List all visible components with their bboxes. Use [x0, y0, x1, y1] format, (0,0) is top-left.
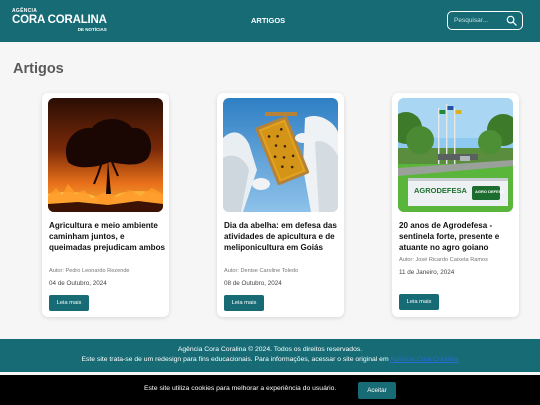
article-date: 11 de Janeiro, 2024	[399, 269, 455, 276]
footer-note: Este site trata-se de um redesign para f…	[0, 356, 540, 363]
fire-savanna-photo	[48, 98, 163, 212]
nav-artigos-link[interactable]: ARTIGOS	[251, 16, 285, 25]
search-icon[interactable]	[506, 15, 517, 26]
beekeeper-honeycomb-photo	[223, 98, 338, 212]
article-date: 04 de Outubro, 2024	[49, 280, 107, 287]
article-author: Autor: José Ricardo Caixeta Ramos	[399, 257, 488, 263]
logo-line-2: CORA CORALINA	[12, 14, 107, 26]
footer-original-site-link[interactable]: Agência Cora Coralina	[390, 356, 458, 363]
cookie-banner: Este site utiliza cookies para melhorar …	[0, 375, 540, 405]
search-box[interactable]	[447, 11, 523, 30]
search-input[interactable]	[454, 15, 508, 26]
footer-note-text: Este site trata-se de um redesign para f…	[81, 356, 389, 363]
agrodefesa-building-photo: AGRODEFESA AGRO DEFESA	[398, 98, 513, 212]
article-card: Dia da abelha: em defesa das atividades …	[217, 93, 344, 317]
sign-text: AGRODEFESA	[414, 186, 468, 195]
article-title[interactable]: Dia da abelha: em defesa das atividades …	[224, 220, 341, 254]
article-image[interactable]: AGRODEFESA AGRO DEFESA	[398, 98, 513, 212]
accept-cookies-button[interactable]: Aceitar	[358, 382, 396, 399]
article-date: 08 de Outubro, 2024	[224, 280, 282, 287]
logo-line-3: DE NOTÍCIAS	[77, 26, 107, 32]
article-image[interactable]	[223, 98, 338, 212]
article-card: Agricultura e meio ambiente caminham jun…	[42, 93, 169, 317]
read-more-button[interactable]: Leia mais	[224, 295, 264, 311]
cookie-message: Este site utiliza cookies para melhorar …	[144, 385, 337, 392]
article-image[interactable]	[48, 98, 163, 212]
article-title[interactable]: Agricultura e meio ambiente caminham jun…	[49, 220, 166, 254]
site-footer: Agência Cora Coralina © 2024. Todos os d…	[0, 339, 540, 372]
footer-copyright: Agência Cora Coralina © 2024. Todos os d…	[177, 346, 363, 353]
article-author: Autor: Pedro Leonardo Rezende	[49, 268, 130, 274]
article-card: AGRODEFESA AGRO DEFESA 20 anos de Agrode…	[392, 93, 519, 317]
read-more-button[interactable]: Leia mais	[49, 295, 89, 311]
article-author: Autor: Denise Caroline Toledo	[224, 268, 299, 274]
read-more-button[interactable]: Leia mais	[399, 294, 439, 310]
page-title: Artigos	[13, 61, 64, 77]
site-logo[interactable]: AGÊNCIA CORA CORALINA DE NOTÍCIAS	[12, 9, 107, 32]
site-header: AGÊNCIA CORA CORALINA DE NOTÍCIAS ARTIGO…	[0, 0, 540, 42]
sign-logo-text: AGRO DEFESA	[475, 189, 504, 194]
article-title[interactable]: 20 anos de Agrodefesa - sentinela forte,…	[399, 220, 516, 254]
